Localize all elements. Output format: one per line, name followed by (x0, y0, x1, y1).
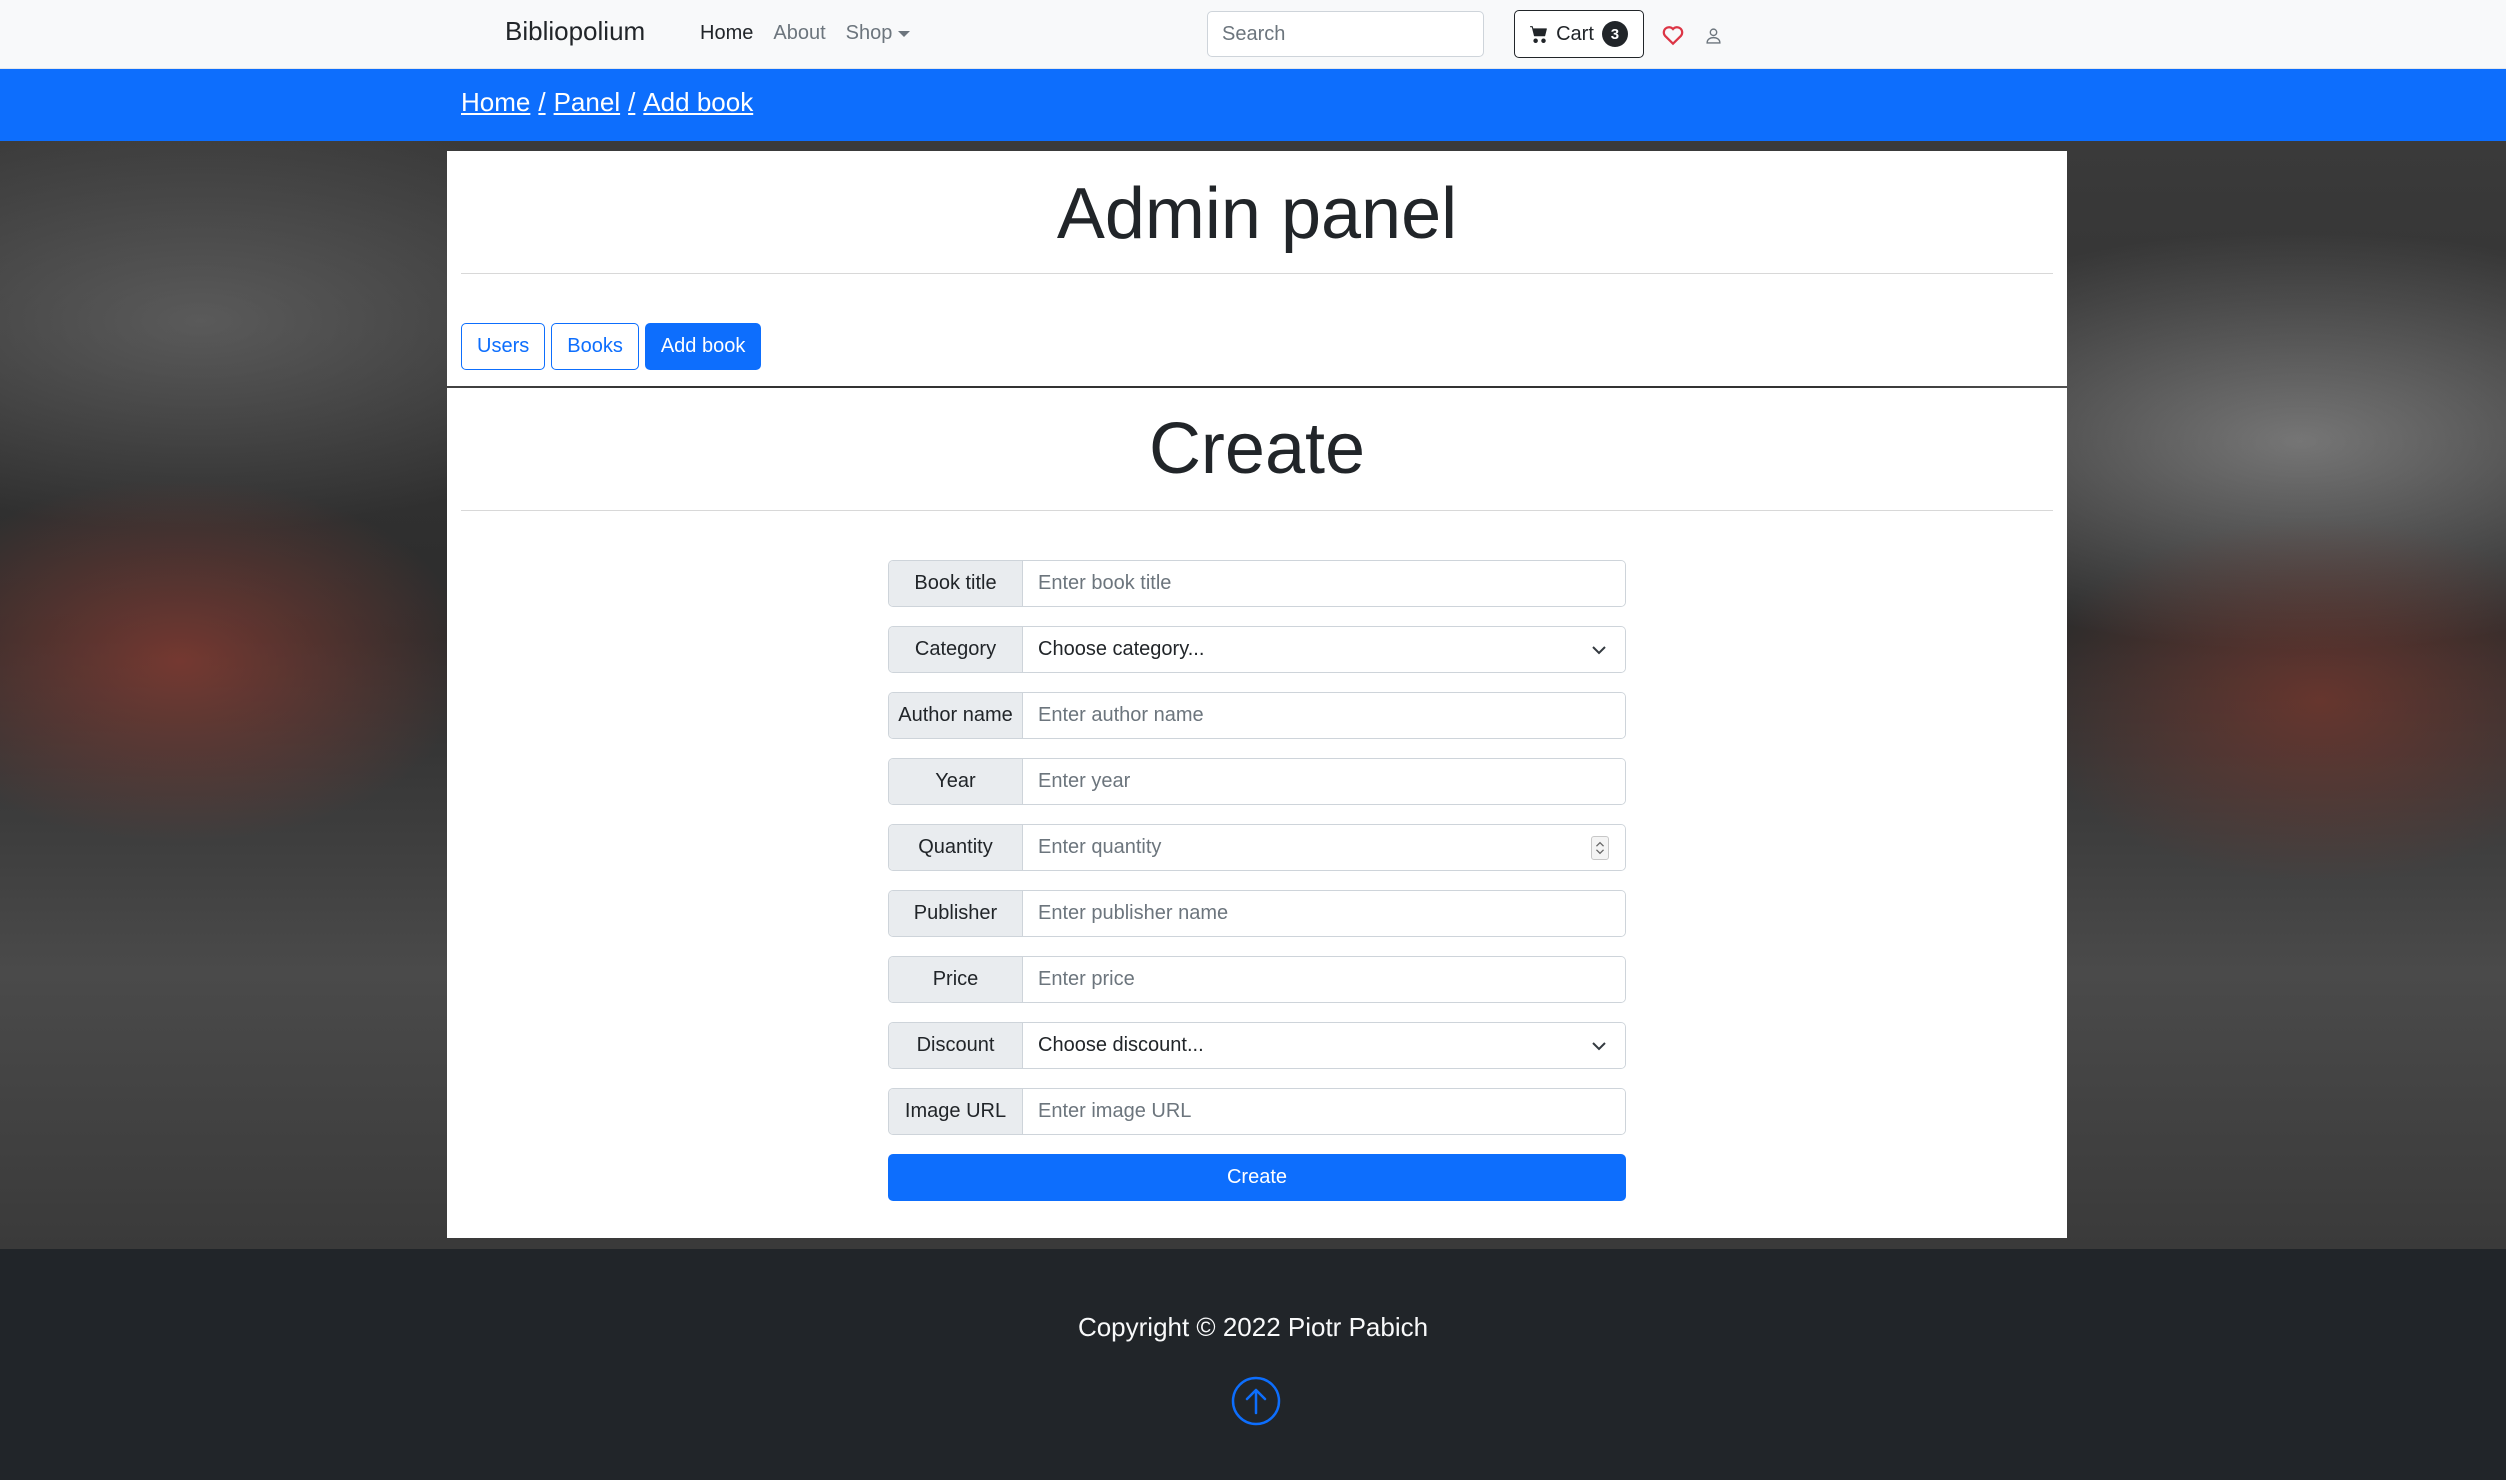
category-label: Category (889, 627, 1023, 672)
nav-home[interactable]: Home (700, 22, 753, 45)
create-button[interactable]: Create (888, 1154, 1626, 1201)
caret-down-icon (898, 30, 911, 37)
book-title-row: Book title (888, 560, 1626, 607)
breadcrumb-add-book[interactable]: Add book (643, 87, 753, 118)
price-row: Price (888, 956, 1626, 1003)
publisher-label: Publisher (889, 891, 1023, 936)
chevron-down-icon (1592, 645, 1606, 654)
price-label: Price (889, 957, 1023, 1002)
quantity-row: Quantity (888, 824, 1626, 871)
year-input[interactable] (1023, 759, 1625, 804)
tab-add-book[interactable]: Add book (644, 323, 762, 370)
page-title: Admin panel (1056, 174, 1458, 254)
author-name-input[interactable] (1023, 693, 1625, 738)
category-select[interactable]: Choose category... (1023, 627, 1625, 672)
image-url-input[interactable] (1023, 1089, 1625, 1134)
image-url-row: Image URL (888, 1088, 1626, 1135)
nav-about[interactable]: About (773, 22, 825, 45)
author-name-row: Author name (888, 692, 1626, 739)
tab-books[interactable]: Books (551, 323, 639, 370)
discount-select[interactable]: Choose discount... (1023, 1023, 1625, 1068)
footer: Copyright © 2022 Piotr Pabich (0, 1249, 2506, 1480)
breadcrumb: Home / Panel / Add book (461, 87, 753, 118)
publisher-row: Publisher (888, 890, 1626, 937)
cart-icon (1530, 26, 1547, 43)
category-row: Category Choose category... (888, 626, 1626, 673)
divider (461, 510, 2053, 511)
discount-row: Discount Choose discount... (888, 1022, 1626, 1069)
chevron-down-icon (1592, 1041, 1606, 1050)
form-title: Create (1148, 409, 1366, 489)
quantity-input[interactable] (1023, 825, 1625, 870)
cart-label: Cart (1556, 22, 1594, 45)
nav-links: Home About Shop (700, 22, 911, 45)
price-input[interactable] (1023, 957, 1625, 1002)
cart-button[interactable]: Cart 3 (1514, 10, 1644, 58)
nav-shop-dropdown[interactable]: Shop (846, 22, 911, 45)
user-icon[interactable] (1705, 27, 1722, 44)
admin-panel-card: Admin panel Users Books Add book (447, 151, 2067, 386)
panel-tabs: Users Books Add book (461, 323, 762, 370)
tab-users[interactable]: Users (461, 323, 546, 370)
year-row: Year (888, 758, 1626, 805)
navbar: Bibliopolium Home About Shop Cart 3 (0, 0, 2506, 69)
discount-label: Discount (889, 1023, 1023, 1068)
copyright-text: Copyright © 2022 Piotr Pabich (1077, 1312, 1429, 1342)
spinner-arrows-icon[interactable] (1591, 836, 1609, 860)
heart-icon[interactable] (1662, 24, 1684, 46)
search-input[interactable] (1207, 11, 1484, 57)
author-name-label: Author name (889, 693, 1023, 738)
scroll-to-top-icon[interactable] (1231, 1376, 1281, 1426)
breadcrumb-panel[interactable]: Panel (554, 87, 621, 118)
book-title-input[interactable] (1023, 561, 1625, 606)
book-title-label: Book title (889, 561, 1023, 606)
breadcrumb-home[interactable]: Home (461, 87, 530, 118)
create-form-card: Create Book title Category Choose catego… (447, 388, 2067, 1238)
image-url-label: Image URL (889, 1089, 1023, 1134)
category-selected-value: Choose category... (1038, 638, 1205, 660)
cart-count-badge: 3 (1601, 21, 1628, 47)
breadcrumb-separator: / (538, 87, 546, 117)
add-book-form: Book title Category Choose category... A… (888, 560, 1626, 1201)
year-label: Year (889, 759, 1023, 804)
quantity-stepper (1023, 825, 1625, 870)
brand-logo[interactable]: Bibliopolium (505, 16, 645, 47)
discount-selected-value: Choose discount... (1038, 1034, 1204, 1056)
breadcrumb-separator: / (628, 87, 636, 117)
nav-shop-label: Shop (845, 22, 893, 44)
quantity-label: Quantity (889, 825, 1023, 870)
publisher-input[interactable] (1023, 891, 1625, 936)
breadcrumb-bar: Home / Panel / Add book (0, 69, 2506, 141)
divider (461, 273, 2053, 274)
